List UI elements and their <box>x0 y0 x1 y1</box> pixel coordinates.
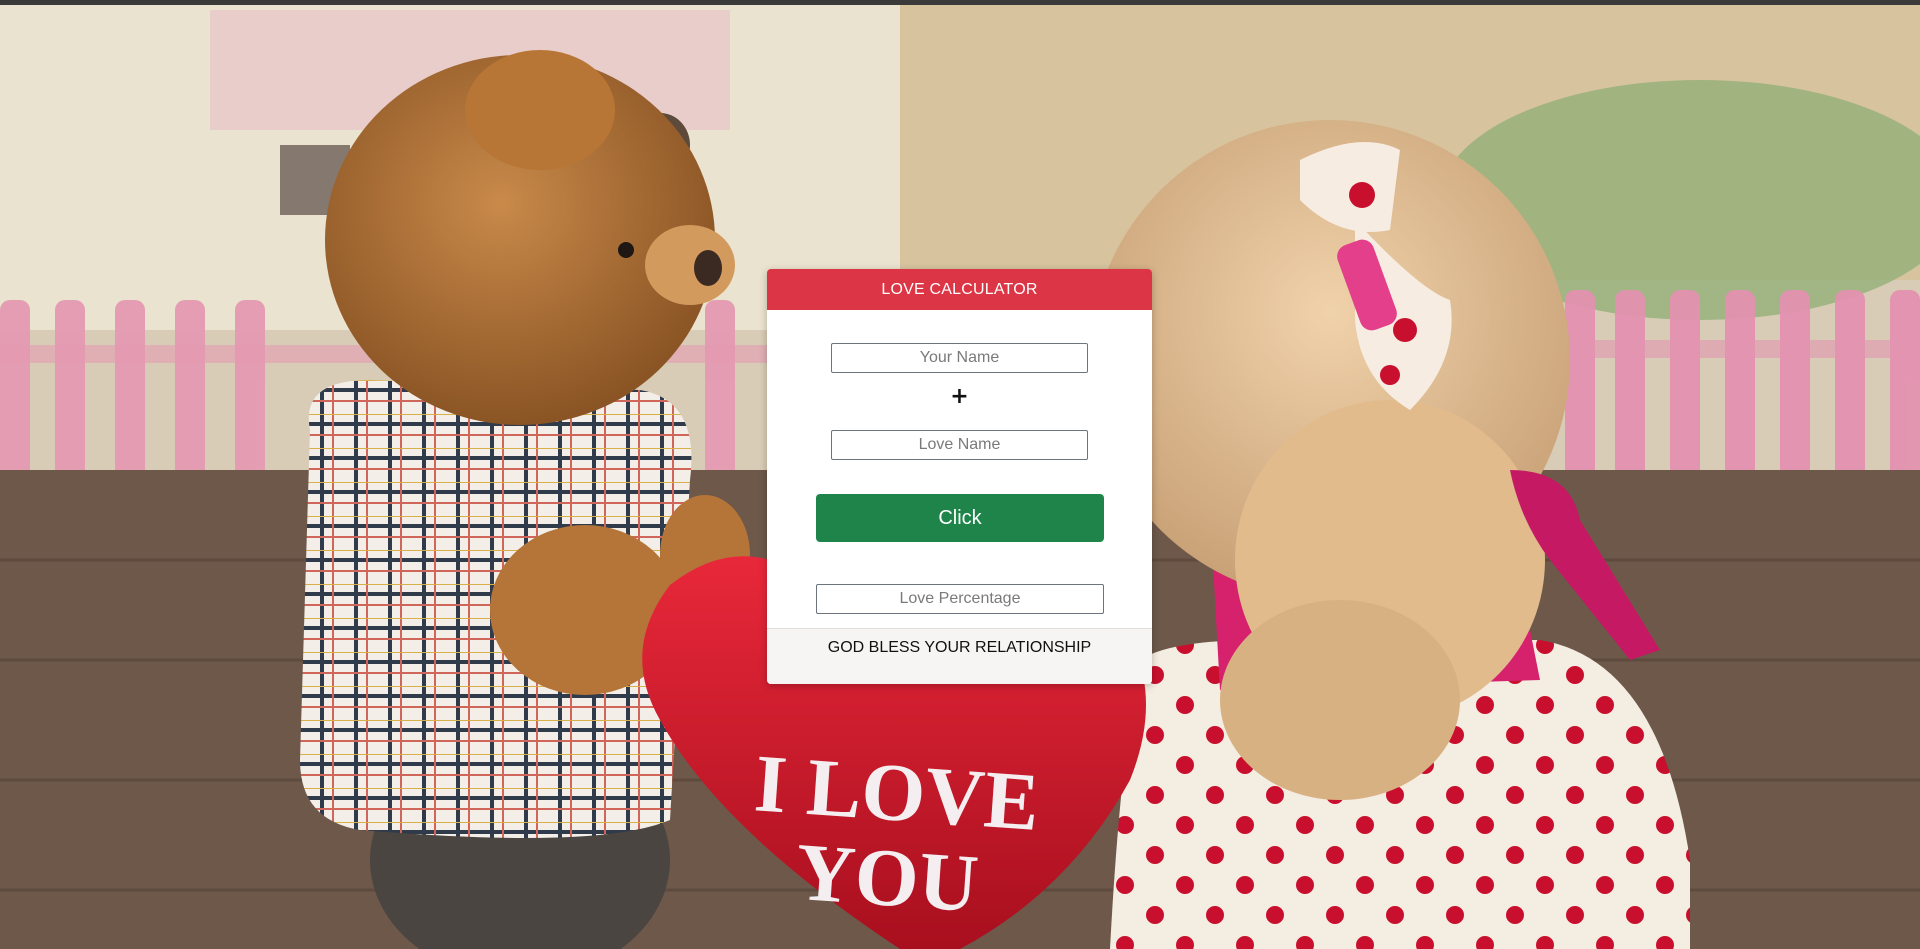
heart-text-line2: YOU <box>793 826 981 929</box>
click-button[interactable]: Click <box>816 494 1104 542</box>
card-footer: GOD BLESS YOUR RELATIONSHIP <box>767 628 1152 684</box>
your-name-input[interactable] <box>831 343 1088 373</box>
footer-blessing-text: GOD BLESS YOUR RELATIONSHIP <box>827 639 1092 656</box>
card-title: LOVE CALCULATOR <box>881 280 1038 298</box>
love-percentage-field[interactable] <box>816 584 1104 614</box>
love-calculator-card: LOVE CALCULATOR + Click GOD BLESS YOUR R… <box>767 269 1152 684</box>
love-name-input[interactable] <box>831 430 1088 460</box>
card-body: + Click <box>767 310 1152 627</box>
plus-symbol: + <box>950 384 969 409</box>
top-edge-bar <box>0 0 1920 5</box>
card-header: LOVE CALCULATOR <box>767 269 1152 310</box>
